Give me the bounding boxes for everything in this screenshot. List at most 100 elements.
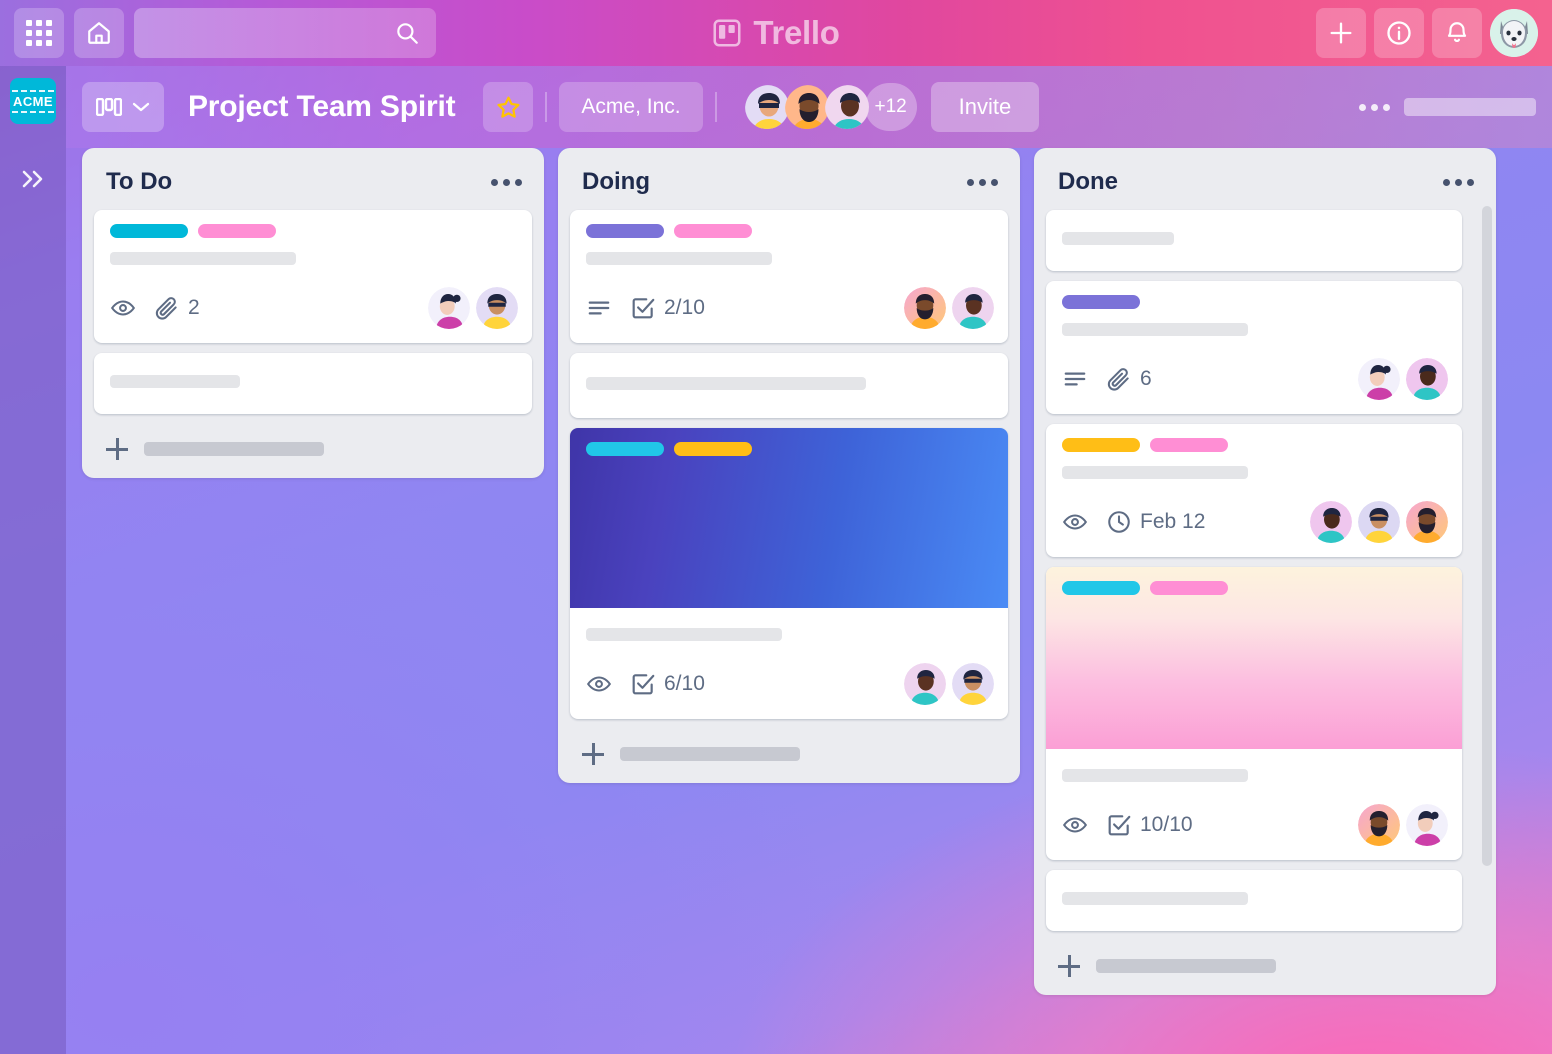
- list-doing: Doing 2/10 6/10: [558, 148, 1020, 783]
- star-board-button[interactable]: [483, 82, 534, 132]
- person-yellow-avatar: [1358, 501, 1400, 543]
- home-button[interactable]: [74, 8, 124, 58]
- label-pink[interactable]: [198, 224, 276, 238]
- card-title-placeholder: [1062, 466, 1248, 479]
- man-beard-orange-avatar: [1406, 501, 1448, 543]
- person-teal-avatar: [824, 85, 869, 129]
- card-member-avatar[interactable]: [1310, 501, 1352, 543]
- label-pink[interactable]: [674, 224, 752, 238]
- label-yellow[interactable]: [1062, 438, 1140, 452]
- board-canvas: To Do 2 Doing 2/10 6/10 Done 6 Feb 12 10…: [66, 148, 1552, 1054]
- card-title-placeholder: [1062, 323, 1248, 336]
- card[interactable]: 2/10: [570, 210, 1008, 343]
- list-scrollbar[interactable]: [1482, 206, 1492, 866]
- watch-badge: [1062, 509, 1088, 535]
- attachment-badge: 6: [1106, 366, 1152, 392]
- card-labels: [110, 224, 518, 238]
- card[interactable]: [1046, 210, 1462, 271]
- info-button[interactable]: [1374, 8, 1424, 58]
- top-navigation-bar: Trello: [0, 0, 1552, 66]
- card[interactable]: [570, 353, 1008, 418]
- list-menu-button[interactable]: [967, 178, 998, 186]
- card-member-avatar[interactable]: [1358, 358, 1400, 400]
- board-header-right: [1359, 98, 1536, 116]
- card-member-avatar[interactable]: [904, 663, 946, 705]
- card-labels: [1062, 438, 1448, 452]
- member-avatar[interactable]: [823, 83, 871, 131]
- list-menu-button[interactable]: [1443, 178, 1474, 186]
- left-sidebar: ACME: [0, 66, 66, 1054]
- search-input[interactable]: [134, 8, 436, 58]
- invite-button[interactable]: Invite: [930, 82, 1040, 132]
- card-title-placeholder: [1062, 232, 1174, 245]
- label-cyan[interactable]: [1062, 581, 1140, 595]
- card-member-avatar[interactable]: [428, 287, 470, 329]
- card-member-avatar[interactable]: [1406, 358, 1448, 400]
- card-cover-blue-gradient: [570, 428, 1008, 608]
- card-members: [428, 287, 518, 329]
- label-yellow[interactable]: [674, 442, 752, 456]
- attachment-count: 2: [188, 296, 200, 319]
- card-member-avatar[interactable]: [1358, 804, 1400, 846]
- card-member-avatar[interactable]: [476, 287, 518, 329]
- plus-icon: [106, 438, 128, 460]
- label-cyan[interactable]: [586, 442, 664, 456]
- members-overflow-count[interactable]: +12: [864, 83, 917, 131]
- checklist-icon: [632, 298, 655, 319]
- card-labels: [1062, 295, 1448, 309]
- list-menu-button[interactable]: [491, 178, 522, 186]
- card-member-avatar[interactable]: [904, 287, 946, 329]
- card[interactable]: 2: [94, 210, 532, 343]
- bell-icon: [1447, 22, 1467, 42]
- man-beard-orange-avatar: [904, 287, 946, 329]
- watch-badge: [1062, 812, 1088, 838]
- card-member-avatar[interactable]: [1406, 804, 1448, 846]
- add-card-button[interactable]: [94, 424, 532, 468]
- description-lines-icon: [1064, 372, 1086, 386]
- card[interactable]: [94, 353, 532, 414]
- list-header: Done: [1046, 158, 1484, 210]
- add-card-button[interactable]: [1046, 941, 1484, 985]
- card-member-avatar[interactable]: [952, 663, 994, 705]
- card-with-cover[interactable]: 10/10: [1046, 567, 1462, 860]
- card[interactable]: 6: [1046, 281, 1462, 414]
- organization-chip[interactable]: Acme, Inc.: [559, 82, 703, 132]
- card-with-cover[interactable]: 6/10: [570, 428, 1008, 719]
- label-pink[interactable]: [1150, 438, 1228, 452]
- label-purple[interactable]: [586, 224, 664, 238]
- board-header-bar: Project Team Spirit Acme, Inc. +12 Invit…: [66, 66, 1552, 148]
- sidebar-expand-button[interactable]: [18, 166, 48, 197]
- trello-logo-icon: [713, 19, 741, 47]
- apps-grid-button[interactable]: [14, 8, 64, 58]
- card-member-avatar[interactable]: [1406, 501, 1448, 543]
- list-title: Doing: [582, 168, 650, 195]
- board-view-switcher[interactable]: [82, 82, 164, 132]
- notifications-button[interactable]: [1432, 8, 1482, 58]
- board-menu-button[interactable]: [1359, 103, 1390, 111]
- eye-icon: [1062, 514, 1088, 530]
- clock-icon: [1108, 511, 1130, 533]
- card-members: [1358, 358, 1448, 400]
- person-yellow-avatar: [952, 663, 994, 705]
- attachment-count: 6: [1140, 367, 1152, 390]
- card[interactable]: Feb 12: [1046, 424, 1462, 557]
- due-date-text: Feb 12: [1140, 510, 1206, 533]
- person-yellow-avatar: [476, 287, 518, 329]
- add-card-button[interactable]: [570, 729, 1008, 773]
- label-pink[interactable]: [1150, 581, 1228, 595]
- card[interactable]: [1046, 870, 1462, 931]
- add-button[interactable]: [1316, 8, 1366, 58]
- card-member-avatar[interactable]: [952, 287, 994, 329]
- card-member-avatar[interactable]: [1358, 501, 1400, 543]
- board-view-icon: [96, 98, 122, 116]
- woman-magenta-avatar: [428, 287, 470, 329]
- list-to-do: To Do 2: [82, 148, 544, 478]
- label-purple[interactable]: [1062, 295, 1140, 309]
- account-avatar[interactable]: [1490, 9, 1538, 57]
- list-title: Done: [1058, 168, 1118, 195]
- plus-icon: [1330, 22, 1352, 44]
- workspace-logo[interactable]: ACME: [10, 78, 56, 124]
- checklist-count: 2/10: [664, 296, 705, 319]
- label-cyan[interactable]: [110, 224, 188, 238]
- paperclip-icon: [155, 297, 177, 320]
